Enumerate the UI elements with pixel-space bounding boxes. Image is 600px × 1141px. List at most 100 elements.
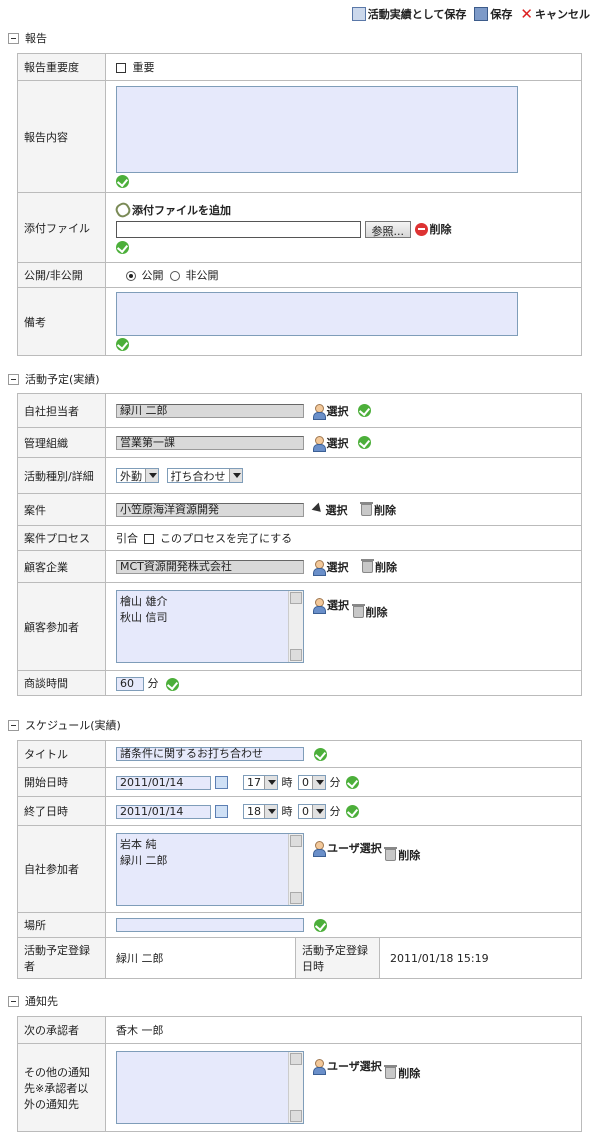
participants-select-button[interactable]: 選択	[312, 597, 349, 614]
approver-value: 香木 一郎	[105, 1016, 582, 1044]
process-complete-checkbox[interactable]	[143, 534, 154, 544]
save-button[interactable]: 保存	[474, 6, 512, 22]
private-radio[interactable]	[170, 271, 180, 281]
cancel-label: キャンセル	[535, 8, 590, 21]
start-label: 開始日時	[17, 767, 106, 797]
chevron-down-icon	[312, 776, 325, 790]
scroll-down-icon[interactable]	[290, 891, 302, 904]
delete-attachment-button[interactable]: 削除	[414, 221, 452, 237]
end-date-input[interactable]: 2011/01/14	[116, 804, 211, 819]
meeting-unit: 分	[147, 677, 159, 690]
close-icon: ✕	[520, 5, 533, 23]
scrollbar[interactable]	[288, 591, 303, 662]
registrant-value: 緑川 二郎	[105, 937, 296, 979]
list-item[interactable]: 緑川 二郎	[120, 852, 300, 868]
start-min-select[interactable]: 0	[298, 775, 326, 791]
collapse-schedule-icon[interactable]	[8, 719, 19, 731]
save-result-icon	[351, 7, 366, 21]
org-select-label: 選択	[326, 436, 349, 450]
check-icon	[116, 338, 129, 351]
scrollbar[interactable]	[288, 833, 303, 905]
end-hour-value: 18	[247, 805, 261, 819]
case-delete-button[interactable]: 削除	[360, 501, 396, 518]
min-unit: 分	[329, 804, 341, 818]
customer-label: 顧客企業	[17, 550, 106, 583]
section-schedule-title: スケジュール(実績)	[25, 719, 121, 732]
collapse-notify-icon[interactable]	[8, 995, 19, 1007]
delete-icon	[414, 222, 428, 236]
save-as-result-button[interactable]: 活動実績として保存	[351, 6, 467, 22]
chevron-down-icon	[312, 805, 325, 819]
case-delete-label: 削除	[374, 503, 396, 517]
attendees-delete-button[interactable]: 削除	[384, 846, 420, 863]
collapse-activity-icon[interactable]	[8, 373, 19, 385]
scroll-down-icon[interactable]	[290, 649, 302, 661]
participants-listbox[interactable]: 檜山 雄介 秋山 信司	[116, 590, 304, 663]
calendar-icon[interactable]	[214, 805, 228, 819]
importance-checkbox[interactable]	[116, 63, 126, 73]
others-delete-button[interactable]: 削除	[384, 1065, 420, 1081]
customer-delete-button[interactable]: 削除	[361, 558, 397, 575]
attendees-user-select-button[interactable]: ユーザ選択	[312, 840, 382, 857]
scroll-down-icon[interactable]	[290, 1110, 302, 1122]
file-path-input[interactable]	[116, 220, 361, 238]
scroll-up-icon[interactable]	[290, 1053, 302, 1065]
calendar-icon[interactable]	[214, 776, 228, 790]
public-radio[interactable]	[126, 271, 136, 281]
scrollbar[interactable]	[288, 1052, 303, 1123]
notify-table: 次の承認者 香木 一郎 その他の通知先※承認者以外の通知先 ユーザ選択 削除	[17, 1016, 582, 1132]
attendees-label: 自社参加者	[17, 825, 106, 913]
cancel-button[interactable]: ✕ キャンセル	[520, 6, 590, 22]
owner-select-button[interactable]: 選択	[312, 403, 349, 420]
org-select-button[interactable]: 選択	[312, 435, 349, 452]
owner-label: 自社担当者	[17, 393, 106, 428]
registered-value: 2011/01/18 15:19	[379, 937, 582, 979]
content-label: 報告内容	[17, 80, 106, 193]
collapse-report-icon[interactable]	[8, 32, 19, 44]
section-report-header: 報告	[8, 30, 47, 46]
save-as-result-label: 活動実績として保存	[367, 8, 467, 21]
check-icon	[358, 404, 371, 417]
participants-delete-label: 削除	[365, 606, 388, 619]
section-notify-title: 通知先	[25, 995, 58, 1008]
trash-icon	[384, 1065, 398, 1079]
scroll-up-icon[interactable]	[290, 592, 302, 604]
case-select-button[interactable]: 選択	[312, 502, 348, 518]
browse-button[interactable]: 参照...	[364, 220, 411, 238]
end-hour-select[interactable]: 18	[243, 804, 278, 820]
detail-select[interactable]: 打ち合わせ	[166, 468, 243, 483]
title-input[interactable]: 諸条件に関するお打ち合わせ	[116, 747, 304, 761]
customer-field: MCT資源開発株式会社	[116, 559, 304, 574]
customer-select-button[interactable]: 選択	[312, 559, 349, 576]
scroll-up-icon[interactable]	[290, 834, 302, 847]
remarks-textarea[interactable]	[116, 292, 518, 336]
section-activity-title: 活動予定(実績)	[25, 373, 100, 386]
check-icon	[116, 174, 129, 188]
list-item[interactable]: 秋山 信司	[120, 609, 300, 625]
attendees-listbox[interactable]: 岩本 純 緑川 二郎	[116, 832, 304, 906]
start-date-input[interactable]: 2011/01/14	[116, 775, 211, 790]
add-attachment-button[interactable]: 添付ファイルを追加	[113, 199, 231, 220]
type-select[interactable]: 外勤	[116, 468, 159, 483]
others-listbox[interactable]	[116, 1051, 304, 1124]
others-user-select-button[interactable]: ユーザ選択	[312, 1058, 382, 1075]
section-activity-header: 活動予定(実績)	[8, 371, 100, 387]
owner-select-label: 選択	[326, 404, 349, 418]
org-label: 管理組織	[17, 427, 106, 458]
add-attachment-label: 添付ファイルを追加	[132, 203, 231, 217]
check-icon	[358, 436, 371, 449]
check-icon	[166, 677, 179, 691]
end-min-value: 0	[302, 805, 309, 819]
org-icon	[312, 435, 326, 452]
place-input[interactable]	[116, 918, 304, 932]
list-item[interactable]: 檜山 雄介	[120, 593, 300, 609]
end-min-select[interactable]: 0	[298, 804, 326, 820]
participants-delete-button[interactable]: 削除	[351, 604, 388, 620]
meeting-minutes-input[interactable]: 60	[116, 677, 144, 691]
list-item[interactable]: 岩本 純	[120, 836, 300, 852]
start-hour-select[interactable]: 17	[243, 775, 278, 791]
min-unit: 分	[329, 775, 341, 789]
content-textarea[interactable]	[116, 85, 518, 173]
importance-label: 報告重要度	[17, 53, 106, 81]
company-icon	[312, 559, 326, 576]
